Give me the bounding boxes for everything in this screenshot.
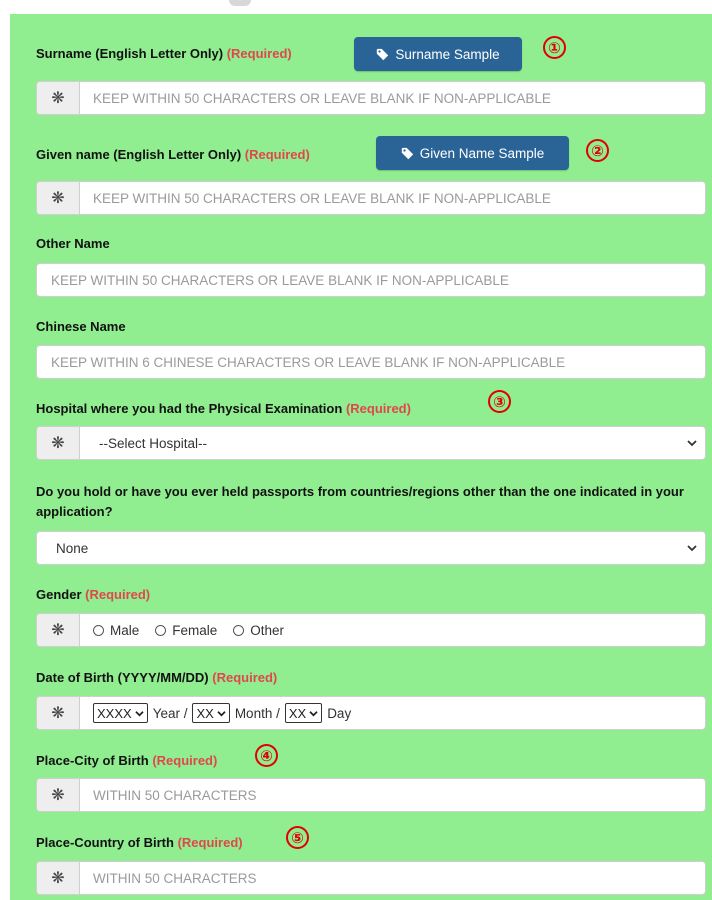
chinese-name-placeholder: KEEP WITHIN 6 CHINESE CHARACTERS OR LEAV…: [51, 354, 566, 370]
dob-day-value: XX: [288, 705, 307, 721]
country-of-birth-label: Place-Country of Birth (Required): [36, 835, 243, 850]
chinese-name-field[interactable]: KEEP WITHIN 6 CHINESE CHARACTERS OR LEAV…: [36, 345, 706, 379]
dob-month-value: XX: [196, 705, 214, 721]
dob-label: Date of Birth (YYYY/MM/DD) (Required): [36, 670, 277, 685]
marker-1: ①: [543, 36, 566, 59]
passports-select[interactable]: None: [36, 531, 706, 565]
asterisk-icon: ❋: [37, 427, 80, 459]
gender-radio-male[interactable]: [93, 624, 104, 636]
surname-label: Surname (English Letter Only) (Required): [36, 46, 292, 61]
chevron-down-icon: [687, 532, 697, 564]
given-name-sample-label: Given Name Sample: [419, 145, 545, 161]
asterisk-icon: ❋: [37, 614, 80, 646]
other-name-field[interactable]: KEEP WITHIN 50 CHARACTERS OR LEAVE BLANK…: [36, 263, 706, 297]
asterisk-icon: ❋: [37, 697, 80, 729]
dob-day-label: Day: [327, 705, 352, 721]
passports-selected: None: [56, 540, 89, 556]
hospital-label-text: Hospital where you had the Physical Exam…: [36, 401, 343, 416]
hospital-selected: --Select Hospital--: [99, 435, 208, 451]
country-of-birth-label-text: Place-Country of Birth: [36, 835, 174, 850]
dob-month-label: Month /: [234, 705, 280, 721]
gender-label-male: Male: [110, 622, 140, 638]
given-name-label-text: Given name (English Letter Only): [36, 147, 242, 162]
surname-sample-button[interactable]: Surname Sample: [354, 37, 522, 71]
dob-year-select[interactable]: XXXX: [93, 703, 148, 723]
surname-required: (Required): [226, 46, 292, 61]
chinese-name-label: Chinese Name: [36, 319, 126, 334]
asterisk-icon: ❋: [37, 82, 80, 114]
asterisk-icon: ❋: [37, 779, 80, 811]
dob-field: ❋ XXXX Year / XX Month / XX Day: [36, 696, 706, 730]
gender-field: ❋ Male Female Other: [36, 613, 706, 647]
gender-radio-female[interactable]: [155, 624, 167, 636]
other-name-label: Other Name: [36, 236, 110, 251]
dob-month-select[interactable]: XX: [192, 703, 230, 723]
country-of-birth-placeholder: WITHIN 50 CHARACTERS: [93, 870, 257, 886]
city-of-birth-required: (Required): [152, 753, 218, 768]
hospital-label: Hospital where you had the Physical Exam…: [36, 401, 411, 416]
country-of-birth-field[interactable]: ❋ WITHIN 50 CHARACTERS: [36, 861, 706, 895]
given-name-sample-button[interactable]: Given Name Sample: [376, 136, 569, 170]
tag-icon: [401, 147, 413, 159]
given-name-label: Given name (English Letter Only) (Requir…: [36, 147, 310, 162]
given-name-placeholder: KEEP WITHIN 50 CHARACTERS OR LEAVE BLANK…: [93, 190, 551, 206]
marker-5: ⑤: [286, 826, 309, 849]
marker-2: ②: [586, 139, 609, 162]
given-name-required: (Required): [244, 147, 310, 162]
chevron-down-icon: [135, 710, 144, 716]
gender-radio-group: Male Female Other: [93, 614, 294, 646]
city-of-birth-label-text: Place-City of Birth: [36, 753, 149, 768]
passports-label: Do you hold or have you ever held passpo…: [36, 484, 684, 519]
gender-label-female: Female: [172, 622, 218, 638]
dob-label-text: Date of Birth (YYYY/MM/DD): [36, 670, 209, 685]
tab-nub: [229, 0, 251, 6]
gender-label-other: Other: [250, 622, 285, 638]
city-of-birth-label: Place-City of Birth (Required): [36, 753, 217, 768]
gender-radio-other[interactable]: [233, 624, 245, 636]
gender-required: (Required): [85, 587, 151, 602]
asterisk-icon: ❋: [37, 182, 80, 214]
chevron-down-icon: [687, 427, 697, 459]
gender-label-text: Gender: [36, 587, 82, 602]
surname-placeholder: KEEP WITHIN 50 CHARACTERS OR LEAVE BLANK…: [93, 90, 551, 106]
chevron-down-icon: [217, 710, 226, 716]
city-of-birth-field[interactable]: ❋ WITHIN 50 CHARACTERS: [36, 778, 706, 812]
tag-icon: [377, 48, 389, 60]
dob-day-select[interactable]: XX: [284, 703, 323, 723]
marker-4: ④: [255, 744, 278, 767]
asterisk-icon: ❋: [37, 862, 80, 894]
surname-sample-label: Surname Sample: [395, 46, 500, 62]
gender-label: Gender (Required): [36, 587, 150, 602]
dob-year-label: Year /: [152, 705, 188, 721]
hospital-required: (Required): [345, 401, 411, 416]
other-name-placeholder: KEEP WITHIN 50 CHARACTERS OR LEAVE BLANK…: [51, 272, 509, 288]
given-name-field[interactable]: ❋ KEEP WITHIN 50 CHARACTERS OR LEAVE BLA…: [36, 181, 706, 215]
dob-year-value: XXXX: [97, 705, 132, 721]
marker-3: ③: [488, 390, 511, 413]
city-of-birth-placeholder: WITHIN 50 CHARACTERS: [93, 787, 257, 803]
surname-field[interactable]: ❋ KEEP WITHIN 50 CHARACTERS OR LEAVE BLA…: [36, 81, 706, 115]
top-strip: [0, 0, 712, 14]
chevron-down-icon: [309, 710, 318, 716]
country-of-birth-required: (Required): [177, 835, 243, 850]
dob-required: (Required): [212, 670, 278, 685]
application-form: Surname (English Letter Only) (Required)…: [10, 14, 712, 900]
hospital-select[interactable]: ❋ --Select Hospital--: [36, 426, 706, 460]
dob-selects: XXXX Year / XX Month / XX Day: [93, 697, 351, 729]
surname-label-text: Surname (English Letter Only): [36, 46, 224, 61]
